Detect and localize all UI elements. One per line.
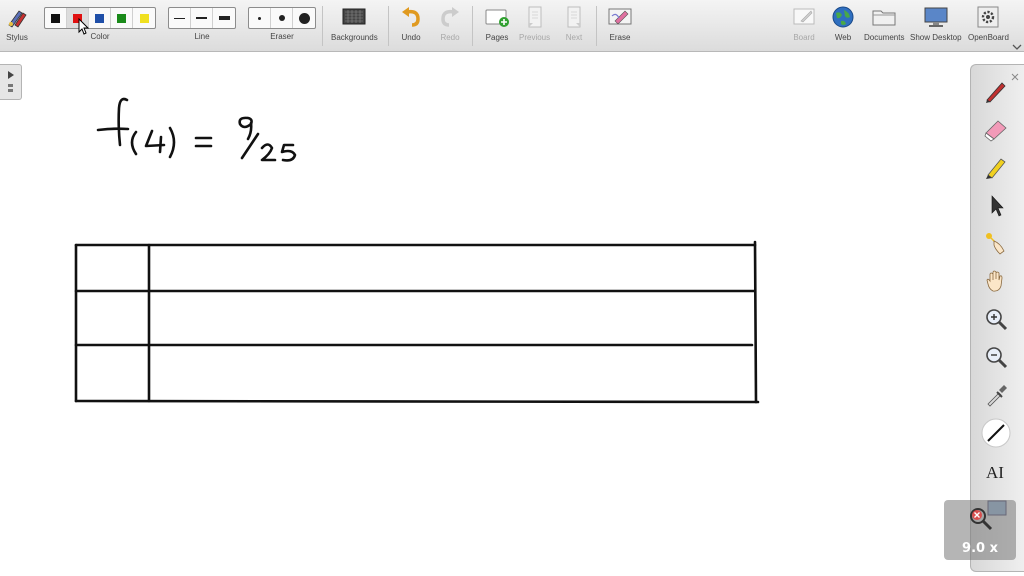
line-icon [981, 418, 1011, 448]
backgrounds-icon [341, 4, 367, 30]
erase-label: Erase [609, 33, 631, 42]
toolbar-expand-icon[interactable] [1012, 38, 1022, 50]
stylus-palette: AI [970, 64, 1024, 572]
desktop-icon [923, 4, 949, 30]
eraser-small-button[interactable] [249, 8, 271, 28]
previous-label: Previous [519, 33, 551, 42]
undo-button[interactable]: Undo [398, 4, 424, 42]
color-swatch-green[interactable] [111, 8, 133, 28]
text-tool-button[interactable]: AI [980, 455, 1012, 487]
erase-button[interactable]: Erase [607, 4, 633, 42]
line-thick-button[interactable] [213, 8, 235, 28]
folder-icon [871, 4, 897, 30]
previous-page-icon [522, 4, 548, 30]
next-label: Next [565, 33, 583, 42]
openboard-button[interactable]: OpenBoard [968, 4, 1009, 42]
undo-icon [398, 4, 424, 30]
color-swatch-yellow[interactable] [133, 8, 155, 28]
laser-pointer-icon [986, 233, 1005, 255]
line-tool-button[interactable] [980, 417, 1012, 449]
magnifier-icon [970, 508, 993, 531]
color-swatch-blue[interactable] [89, 8, 111, 28]
pen-tool-button[interactable] [980, 75, 1012, 107]
color-picker-tool-button[interactable] [980, 379, 1012, 411]
pointer-icon [991, 195, 1004, 217]
board-canvas[interactable] [0, 53, 1024, 576]
previous-button[interactable]: Previous [519, 4, 550, 42]
hand-icon [986, 270, 1003, 292]
documents-label: Documents [864, 33, 905, 42]
pointer-tool-button[interactable] [980, 189, 1012, 221]
pen-icon [986, 82, 1006, 103]
laser-pointer-tool-button[interactable] [980, 227, 1012, 259]
gear-icon [975, 4, 1001, 30]
openboard-label: OpenBoard [968, 33, 1009, 42]
show-desktop-label: Show Desktop [910, 33, 962, 42]
redo-icon [437, 4, 463, 30]
color-group: Color [44, 4, 156, 41]
eraser-tool-button[interactable] [980, 113, 1012, 145]
erase-board-icon [607, 4, 633, 30]
line-thin-button[interactable] [169, 8, 191, 28]
web-label: Web [834, 33, 852, 42]
line-medium-button[interactable] [191, 8, 213, 28]
table-bottom-line [74, 399, 760, 404]
color-picker-icon [987, 385, 1007, 407]
text-icon: AI [986, 463, 1004, 482]
documents-button[interactable]: Documents [864, 4, 904, 42]
web-button[interactable]: Web [830, 4, 856, 42]
main-toolbar: Stylus Color Line Eraser Backgrounds Und… [0, 0, 1024, 52]
undo-label: Undo [401, 33, 421, 42]
line-group: Line [168, 4, 236, 41]
globe-icon [830, 4, 856, 30]
stylus-icon [4, 4, 30, 30]
color-swatch-black[interactable] [45, 8, 67, 28]
highlighter-tool-button[interactable] [980, 151, 1012, 183]
stylus-label: Stylus [6, 33, 28, 42]
eraser-medium-button[interactable] [271, 8, 293, 28]
next-page-icon [561, 4, 587, 30]
board-icon [791, 4, 817, 30]
svg-text:AI: AI [986, 463, 1004, 482]
zoom-out-tool-button[interactable] [980, 341, 1012, 373]
backgrounds-button[interactable]: Backgrounds [331, 4, 378, 42]
expand-arrow-icon [8, 71, 14, 92]
handwriting-f-of-4 [96, 97, 297, 162]
eraser-icon [984, 120, 1007, 142]
line-label: Line [194, 32, 210, 41]
line-width-selector [168, 7, 236, 29]
mouse-cursor [78, 17, 90, 36]
table-right-line [753, 240, 758, 404]
zoom-level-text: 9.0 x [962, 541, 998, 556]
backgrounds-label: Backgrounds [331, 33, 378, 42]
redo-label: Redo [440, 33, 460, 42]
pages-button[interactable]: Pages [484, 4, 510, 42]
board-label: Board [793, 33, 815, 42]
show-desktop-button[interactable]: Show Desktop [910, 4, 962, 42]
hand-tool-button[interactable] [980, 265, 1012, 297]
next-button[interactable]: Next [561, 4, 587, 42]
highlighter-icon [986, 158, 1006, 179]
zoom-indicator: 9.0 x [944, 500, 1016, 560]
zoom-in-tool-button[interactable] [980, 303, 1012, 335]
eraser-size-selector [248, 7, 316, 29]
color-label: Color [90, 32, 110, 41]
eraser-group: Eraser [248, 4, 316, 41]
pages-label: Pages [485, 33, 509, 42]
color-selector [44, 7, 156, 29]
zoom-in-icon [986, 309, 1008, 331]
eraser-label: Eraser [270, 32, 294, 41]
zoom-out-icon [986, 347, 1008, 369]
add-page-icon [484, 4, 510, 30]
eraser-large-button[interactable] [293, 8, 315, 28]
drawn-table [74, 240, 760, 404]
library-panel-toggle[interactable] [0, 64, 22, 100]
stylus-button[interactable]: Stylus [4, 4, 30, 42]
board-button[interactable]: Board [791, 4, 817, 42]
redo-button[interactable]: Redo [437, 4, 463, 42]
